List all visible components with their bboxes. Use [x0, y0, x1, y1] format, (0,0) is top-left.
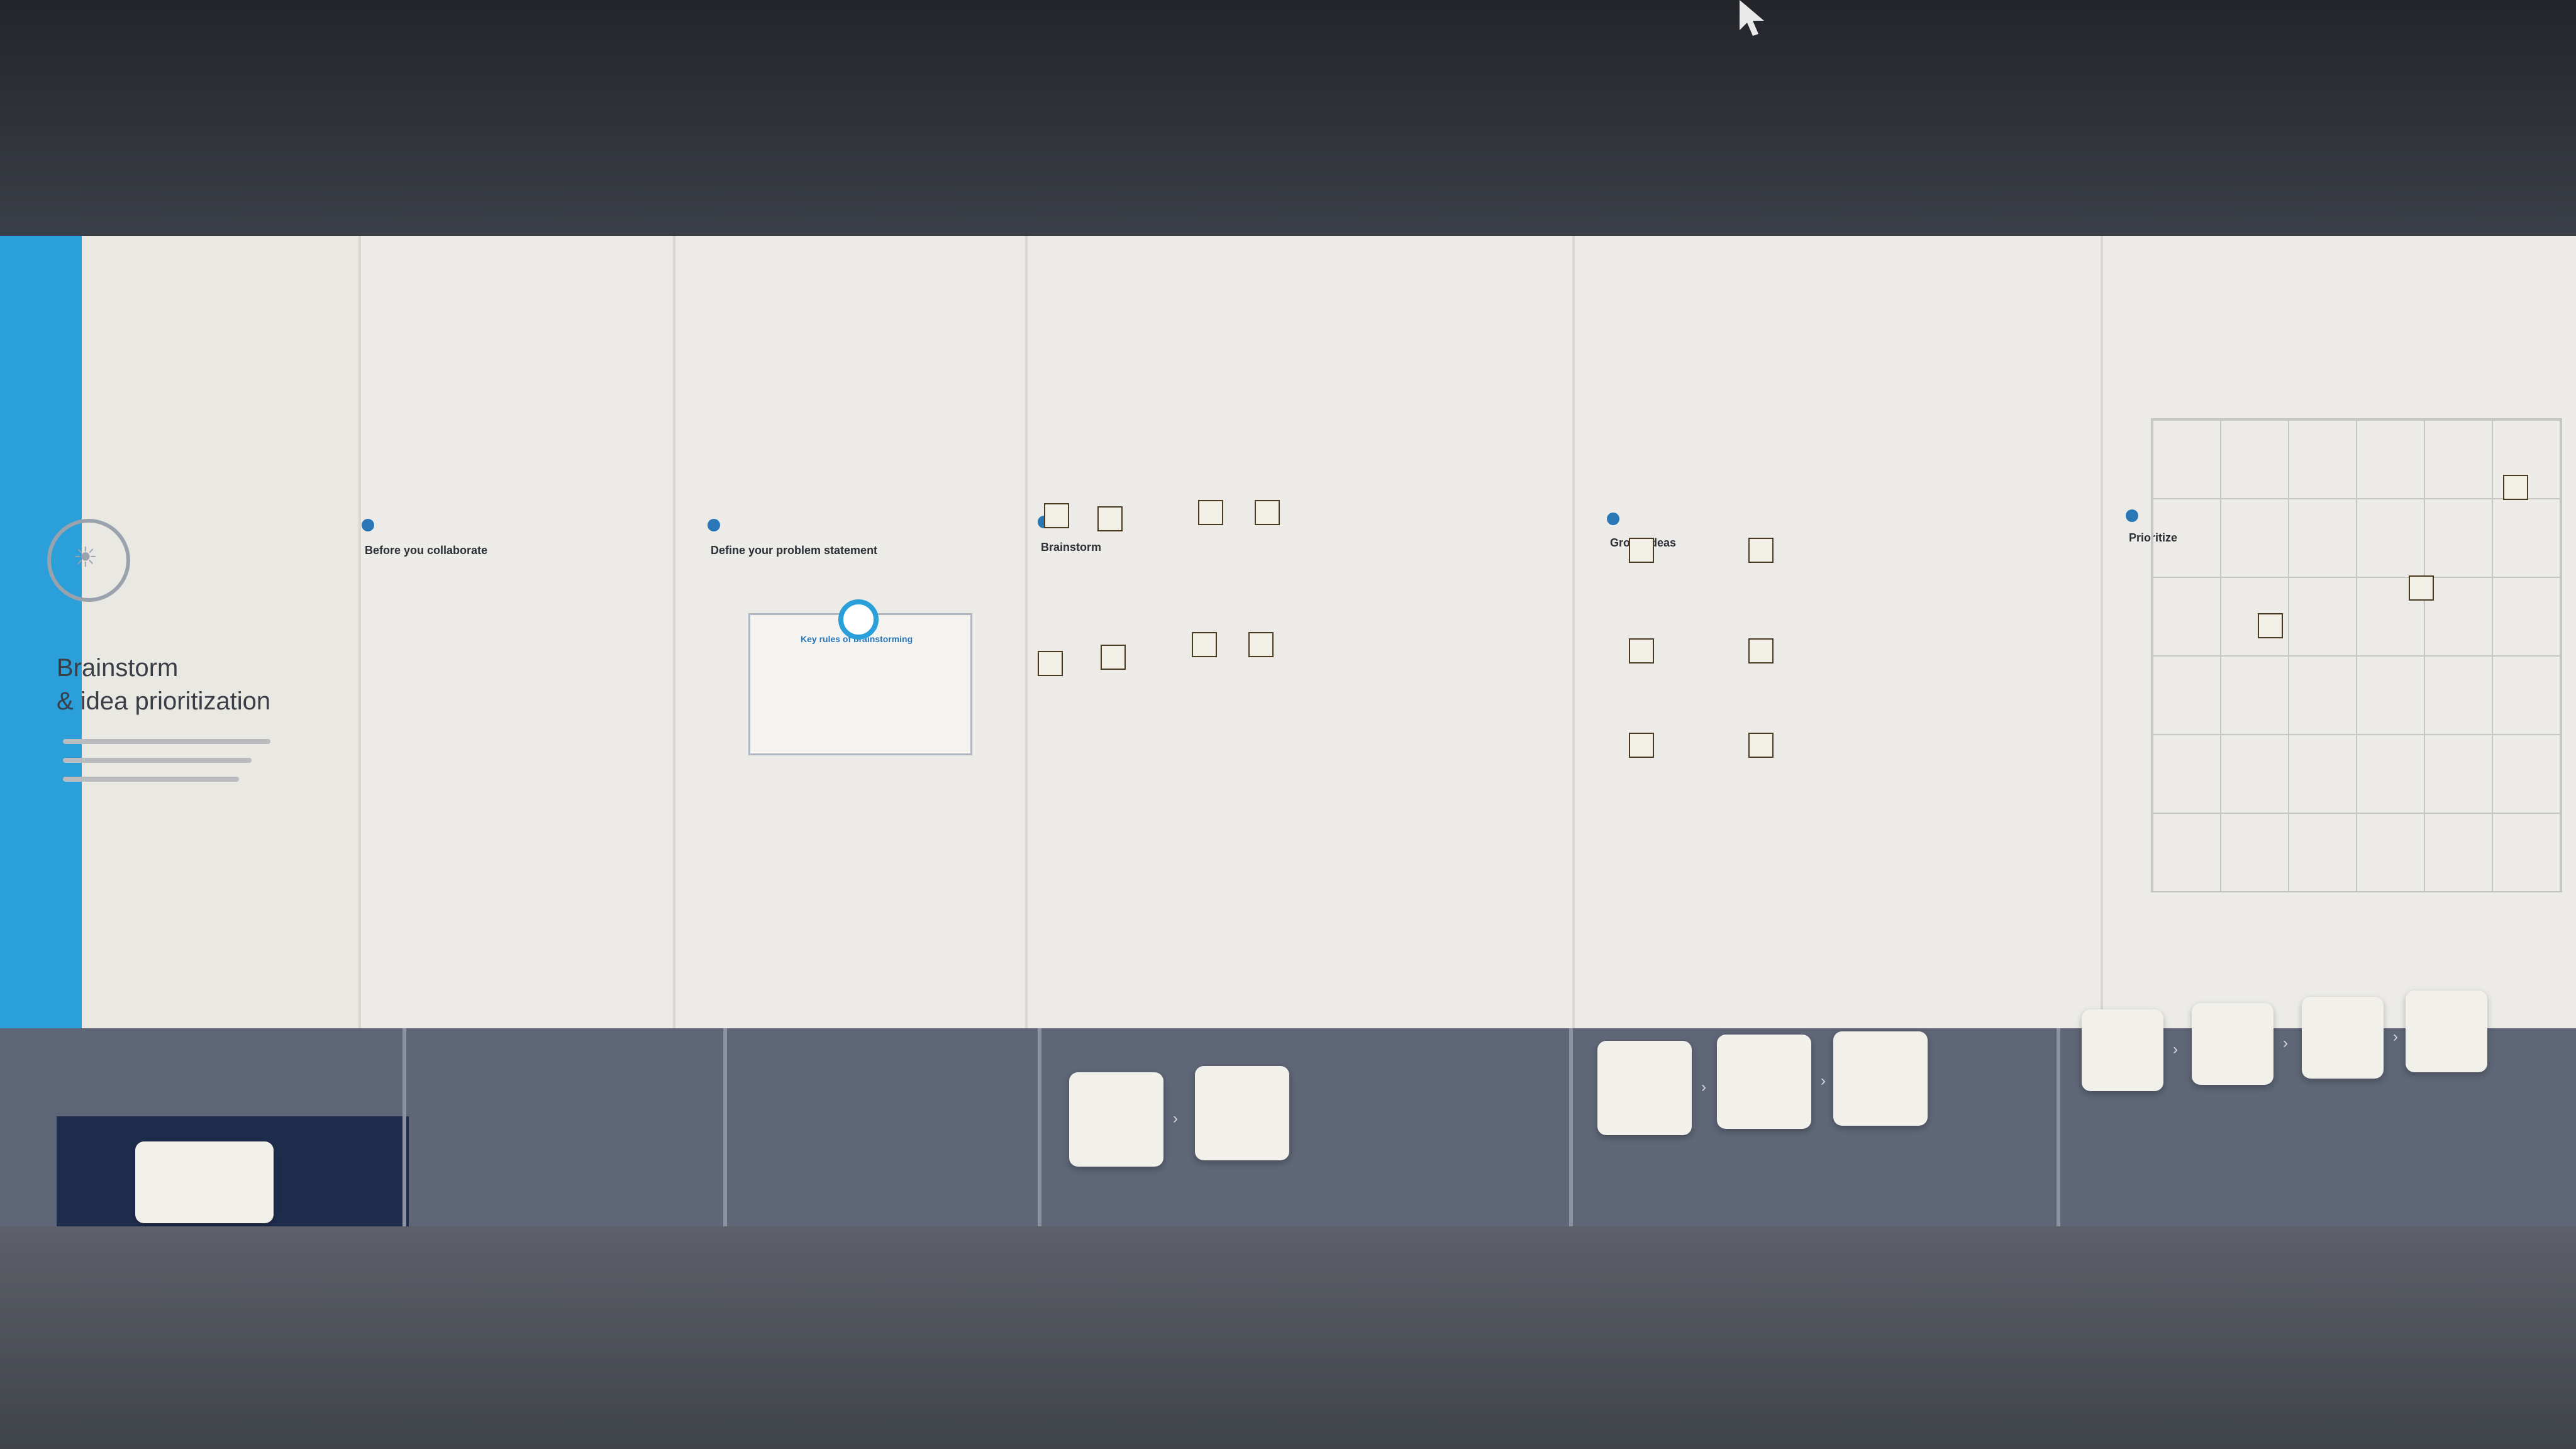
desk-surface [0, 1226, 2576, 1449]
sticky-note-icon[interactable] [1748, 638, 1774, 663]
arrow-right-icon: › [1821, 1072, 1826, 1089]
sticky-note-icon[interactable] [1255, 500, 1280, 525]
sticky-note-icon[interactable] [1629, 538, 1654, 563]
step-thumbnail[interactable] [1069, 1072, 1163, 1167]
step-dot [708, 519, 720, 531]
step-thumbnail[interactable] [2192, 1003, 2273, 1085]
sticky-note-icon[interactable] [1748, 538, 1774, 563]
board-title-line1: Brainstorm [57, 654, 179, 682]
step-thumbnail[interactable] [2302, 997, 2384, 1079]
app-canvas[interactable]: ☀ Brainstorm & idea prioritization Befor… [0, 236, 2576, 1230]
template-board[interactable]: ☀ Brainstorm & idea prioritization Befor… [0, 236, 2576, 1129]
arrow-right-icon: › [2173, 1041, 2178, 1058]
arrow-right-icon: › [1701, 1079, 1706, 1096]
step-thumbnail[interactable] [2406, 991, 2487, 1072]
section-title: Before you collaborate [365, 544, 488, 557]
footer-divider [1569, 1028, 1573, 1230]
cursor-arrow-icon [1740, 0, 1764, 36]
footer-divider [402, 1028, 406, 1230]
sticky-note-icon[interactable] [1044, 503, 1069, 528]
intro-text-line [63, 739, 270, 744]
step-dot [1607, 513, 1619, 525]
step-thumbnail[interactable] [2082, 1009, 2163, 1091]
arrow-right-icon: › [2393, 1028, 2398, 1045]
step-dot [362, 519, 374, 531]
monitor-bezel [0, 0, 2576, 239]
step-thumbnail[interactable] [1717, 1035, 1811, 1129]
sticky-note-icon[interactable] [2258, 613, 2283, 638]
intro-text-line [63, 758, 252, 763]
step-thumbnail[interactable] [1195, 1066, 1289, 1160]
intro-text-line [63, 777, 239, 782]
section-column [1572, 236, 2103, 1028]
sticky-note-icon[interactable] [2503, 475, 2528, 500]
sticky-note-icon[interactable] [1629, 638, 1654, 663]
sticky-note-icon[interactable] [1101, 645, 1126, 670]
prioritization-grid[interactable] [2151, 418, 2562, 892]
sticky-note-icon[interactable] [2409, 575, 2434, 601]
step-dot [2126, 509, 2138, 522]
sticky-note-icon[interactable] [1248, 632, 1274, 657]
sticky-note-icon[interactable] [1198, 500, 1223, 525]
template-logo: ☀ [47, 519, 130, 602]
sticky-note-icon[interactable] [1097, 506, 1123, 531]
sticky-note-icon[interactable] [1629, 733, 1654, 758]
sticky-note-icon[interactable] [1038, 651, 1063, 676]
arrow-right-icon: › [2283, 1035, 2288, 1052]
template-thumbnail[interactable] [135, 1141, 274, 1223]
board-title-line2: & idea prioritization [57, 687, 271, 715]
section-title: Define your problem statement [711, 544, 878, 557]
accent-bar [0, 236, 82, 1129]
section-column [358, 236, 675, 1028]
footer-divider [723, 1028, 727, 1230]
step-thumbnail[interactable] [1833, 1031, 1928, 1126]
arrow-right-icon: › [1173, 1110, 1178, 1127]
sticky-note-icon[interactable] [1192, 632, 1217, 657]
section-column [1025, 236, 1575, 1028]
step-thumbnail[interactable] [1597, 1041, 1692, 1135]
footer-divider [2057, 1028, 2060, 1230]
card-marker [838, 599, 879, 640]
section-title: Brainstorm [1041, 541, 1102, 553]
sticky-note-icon[interactable] [1748, 733, 1774, 758]
lightbulb-icon: ☀ [73, 542, 98, 573]
footer-divider [1038, 1028, 1041, 1230]
